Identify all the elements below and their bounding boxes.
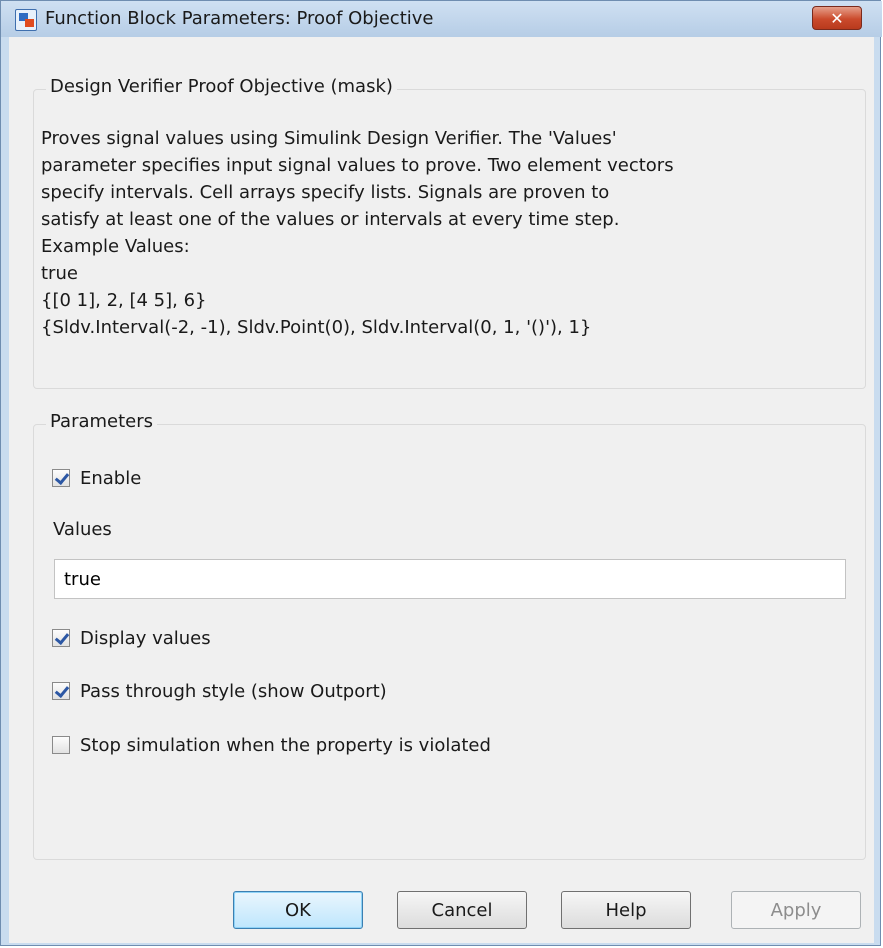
description-line: true	[41, 263, 78, 284]
display-values-checkbox[interactable]	[52, 629, 70, 647]
apply-button[interactable]: Apply	[731, 891, 861, 929]
pass-through-checkbox-row[interactable]: Pass through style (show Outport)	[52, 680, 387, 702]
mask-description: Proves signal values using Simulink Desi…	[41, 125, 871, 341]
title-bar[interactable]: Function Block Parameters: Proof Objecti…	[1, 1, 882, 37]
values-input[interactable]	[54, 559, 846, 599]
values-label: Values	[53, 519, 112, 540]
pass-through-label: Pass through style (show Outport)	[80, 680, 387, 702]
description-line: {Sldv.Interval(-2, -1), Sldv.Point(0), S…	[41, 317, 592, 338]
mask-group-title: Design Verifier Proof Objective (mask)	[46, 76, 397, 97]
enable-checkbox-row[interactable]: Enable	[52, 467, 141, 489]
description-line: {[0 1], 2, [4 5], 6}	[41, 290, 207, 311]
window-title: Function Block Parameters: Proof Objecti…	[45, 8, 434, 29]
description-line: specify intervals. Cell arrays specify l…	[41, 182, 610, 203]
help-button[interactable]: Help	[561, 891, 691, 929]
description-line: parameter specifies input signal values …	[41, 155, 674, 176]
display-values-label: Display values	[80, 627, 211, 649]
description-line: satisfy at least one of the values or in…	[41, 209, 620, 230]
ok-button[interactable]: OK	[233, 891, 363, 929]
stop-simulation-checkbox-row[interactable]: Stop simulation when the property is vio…	[52, 734, 491, 756]
pass-through-checkbox[interactable]	[52, 682, 70, 700]
enable-checkbox[interactable]	[52, 469, 70, 487]
parameters-group-title: Parameters	[46, 411, 158, 432]
enable-label: Enable	[80, 467, 142, 489]
display-values-checkbox-row[interactable]: Display values	[52, 627, 211, 649]
close-icon: ✕	[830, 8, 844, 28]
stop-simulation-checkbox[interactable]	[52, 736, 70, 754]
simulink-block-icon	[15, 9, 37, 31]
description-line: Proves signal values using Simulink Desi…	[41, 128, 617, 149]
stop-simulation-label: Stop simulation when the property is vio…	[80, 734, 491, 756]
cancel-button[interactable]: Cancel	[397, 891, 527, 929]
description-line: Example Values:	[41, 236, 190, 257]
close-button[interactable]: ✕	[812, 6, 862, 30]
